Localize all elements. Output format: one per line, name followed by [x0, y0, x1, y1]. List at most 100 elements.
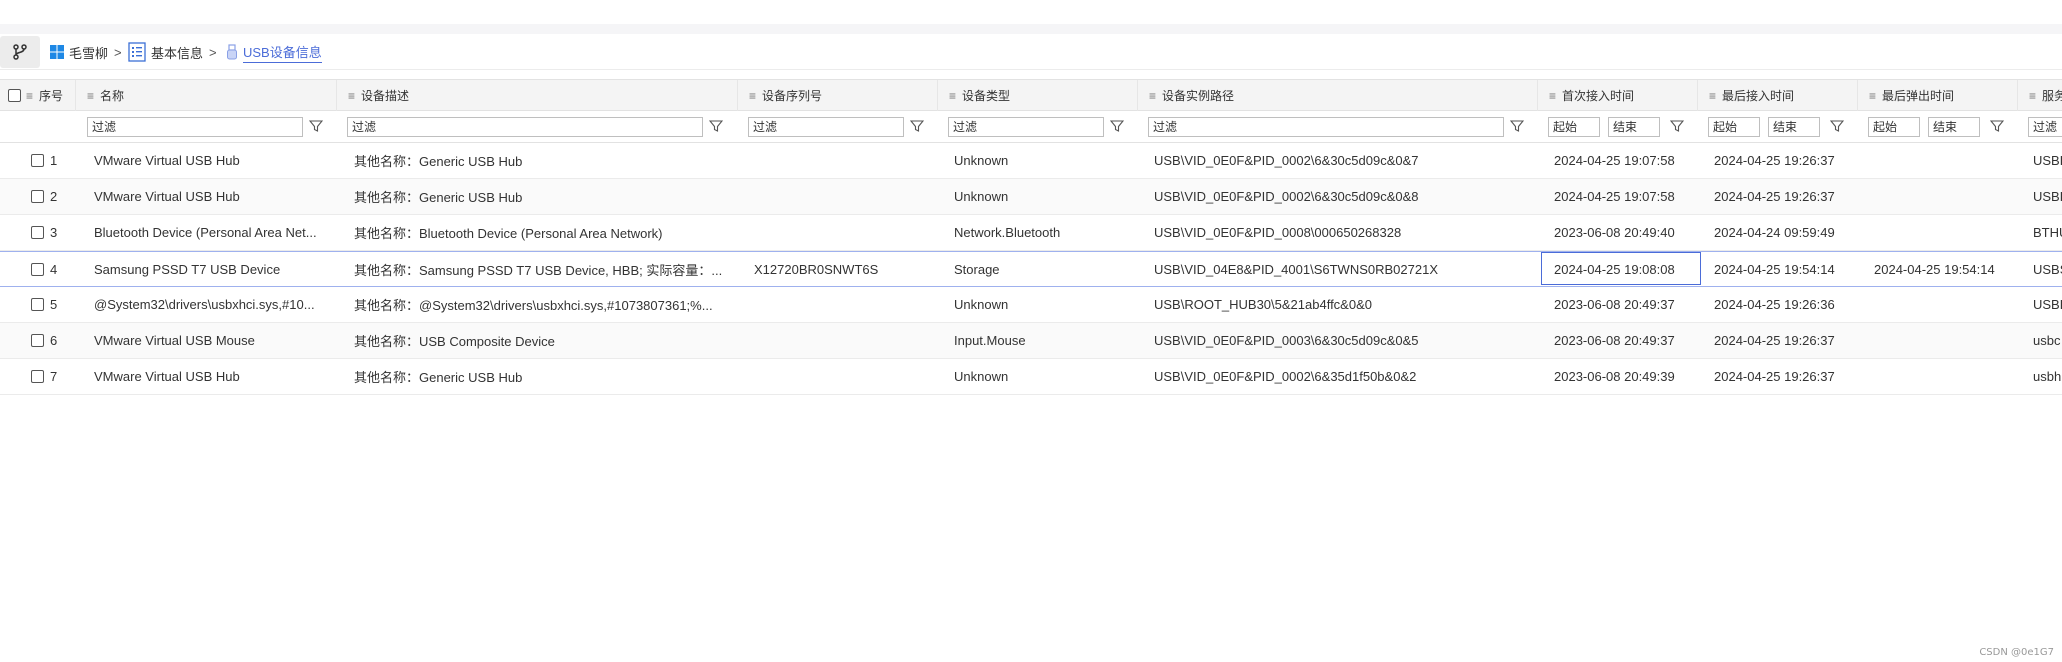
cell-eject[interactable]: [1874, 359, 2018, 394]
filter-input-service[interactable]: 过滤: [2028, 116, 2062, 137]
cell-type[interactable]: Unknown: [954, 359, 1134, 394]
cell-desc[interactable]: 其他名称：Bluetooth Device (Personal Area Net…: [354, 215, 734, 250]
cell-first[interactable]: 2023-06-08 20:49:37: [1554, 287, 1698, 322]
column-header-service[interactable]: ≡ 服务: [2021, 80, 2062, 111]
cell-desc[interactable]: 其他名称：@System32\drivers\usbxhci.sys,#1073…: [354, 287, 734, 322]
cell-name[interactable]: VMware Virtual USB Hub: [94, 359, 332, 394]
cell-seq[interactable]: 2: [50, 179, 90, 214]
filter-input-name[interactable]: 过滤: [87, 116, 303, 137]
filter-icon[interactable]: [309, 119, 323, 133]
table-row[interactable]: 1 VMware Virtual USB Hub 其他名称：Generic USB …: [0, 143, 2062, 179]
cell-type[interactable]: Unknown: [954, 179, 1134, 214]
column-header-seq[interactable]: ≡ 序号: [0, 80, 76, 111]
cell-eject[interactable]: [1874, 323, 2018, 358]
column-header-name[interactable]: ≡ 名称: [79, 80, 337, 111]
table-row[interactable]: 6 VMware Virtual USB Mouse 其他名称：USB Compos…: [0, 323, 2062, 359]
column-header-first-time[interactable]: ≡ 首次接入时间: [1541, 80, 1698, 111]
breadcrumb-item-basic-info[interactable]: 基本信息 >: [128, 34, 217, 70]
column-header-path[interactable]: ≡ 设备实例路径: [1141, 80, 1538, 111]
cell-path[interactable]: USB\VID_0E0F&PID_0008\000650268328: [1154, 215, 1534, 250]
cell-serial[interactable]: X12720BR0SNWT6S: [754, 252, 934, 287]
cell-last[interactable]: 2024-04-25 19:54:14: [1714, 252, 1858, 287]
cell-last[interactable]: 2024-04-25 19:26:37: [1714, 179, 1858, 214]
table-row[interactable]: 4 Samsung PSSD T7 USB Device 其他名称：Samsung …: [0, 251, 2062, 287]
column-header-last-time[interactable]: ≡ 最后接入时间: [1701, 80, 1858, 111]
column-menu-icon[interactable]: ≡: [2029, 89, 2036, 103]
cell-name[interactable]: Samsung PSSD T7 USB Device: [94, 252, 332, 287]
row-checkbox[interactable]: [31, 154, 44, 167]
filter-icon[interactable]: [1110, 119, 1124, 133]
select-all-checkbox[interactable]: [8, 89, 21, 102]
column-header-desc[interactable]: ≡ 设备描述: [340, 80, 738, 111]
cell-path[interactable]: USB\VID_04E8&PID_4001\S6TWNS0RB02721X: [1154, 252, 1534, 287]
cell-name[interactable]: Bluetooth Device (Personal Area Net...: [94, 215, 332, 250]
cell-path[interactable]: USB\VID_0E0F&PID_0003\6&30c5d09c&0&5: [1154, 323, 1534, 358]
cell-desc[interactable]: 其他名称：Samsung PSSD T7 USB Device, HBB; 实际…: [354, 252, 734, 287]
cell-first[interactable]: 2023-06-08 20:49:39: [1554, 359, 1698, 394]
cell-serial[interactable]: [754, 179, 934, 214]
cell-first[interactable]: 2023-06-08 20:49:40: [1554, 215, 1698, 250]
cell-name[interactable]: VMware Virtual USB Hub: [94, 179, 332, 214]
cell-last[interactable]: 2024-04-25 19:26:37: [1714, 323, 1858, 358]
filter-input-desc[interactable]: 过滤: [347, 116, 703, 137]
cell-eject[interactable]: [1874, 287, 2018, 322]
table-row[interactable]: 5 @System32\drivers\usbxhci.sys,#10... 其他名…: [0, 287, 2062, 323]
column-menu-icon[interactable]: ≡: [26, 89, 33, 103]
cell-eject[interactable]: 2024-04-25 19:54:14: [1874, 252, 2018, 287]
filter-eject-end[interactable]: 结束: [1928, 116, 1980, 137]
row-checkbox[interactable]: [31, 298, 44, 311]
column-header-type[interactable]: ≡ 设备类型: [941, 80, 1138, 111]
cell-name[interactable]: @System32\drivers\usbxhci.sys,#10...: [94, 287, 332, 322]
breadcrumb-item-usb-info[interactable]: USB设备信息: [226, 34, 322, 70]
cell-seq[interactable]: 6: [50, 323, 90, 358]
filter-input-serial[interactable]: 过滤: [748, 116, 904, 137]
column-menu-icon[interactable]: ≡: [749, 89, 756, 103]
table-row[interactable]: 3 Bluetooth Device (Personal Area Net... 其…: [0, 215, 2062, 251]
table-row[interactable]: 7 VMware Virtual USB Hub 其他名称：Generic USB …: [0, 359, 2062, 395]
cell-serial[interactable]: [754, 287, 934, 322]
cell-svc[interactable]: USBH: [2033, 143, 2062, 178]
cell-desc[interactable]: 其他名称：Generic USB Hub: [354, 359, 734, 394]
branch-button[interactable]: [0, 36, 40, 68]
column-header-serial[interactable]: ≡ 设备序列号: [741, 80, 938, 111]
cell-path[interactable]: USB\VID_0E0F&PID_0002\6&30c5d09c&0&8: [1154, 179, 1534, 214]
filter-input-type[interactable]: 过滤: [948, 116, 1104, 137]
table-row[interactable]: 2 VMware Virtual USB Hub 其他名称：Generic USB …: [0, 179, 2062, 215]
cell-type[interactable]: Unknown: [954, 287, 1134, 322]
column-menu-icon[interactable]: ≡: [1869, 89, 1876, 103]
cell-seq[interactable]: 7: [50, 359, 90, 394]
cell-svc[interactable]: BTHU: [2033, 215, 2062, 250]
column-header-eject-time[interactable]: ≡ 最后弹出时间: [1861, 80, 2018, 111]
row-checkbox[interactable]: [31, 334, 44, 347]
cell-first[interactable]: 2024-04-25 19:07:58: [1554, 179, 1698, 214]
filter-icon[interactable]: [1830, 119, 1844, 133]
filter-icon[interactable]: [1670, 119, 1684, 133]
column-menu-icon[interactable]: ≡: [1709, 89, 1716, 103]
filter-icon[interactable]: [1990, 119, 2004, 133]
cell-svc[interactable]: USBH: [2033, 179, 2062, 214]
cell-last[interactable]: 2024-04-25 19:26:36: [1714, 287, 1858, 322]
cell-eject[interactable]: [1874, 143, 2018, 178]
cell-first[interactable]: 2024-04-25 19:07:58: [1554, 143, 1698, 178]
row-checkbox[interactable]: [31, 190, 44, 203]
cell-last[interactable]: 2024-04-25 19:26:37: [1714, 143, 1858, 178]
cell-svc[interactable]: usbc: [2033, 323, 2062, 358]
cell-seq[interactable]: 5: [50, 287, 90, 322]
filter-icon[interactable]: [910, 119, 924, 133]
cell-type[interactable]: Storage: [954, 252, 1134, 287]
cell-seq[interactable]: 1: [50, 143, 90, 178]
cell-serial[interactable]: [754, 359, 934, 394]
column-menu-icon[interactable]: ≡: [949, 89, 956, 103]
filter-input-path[interactable]: 过滤: [1148, 116, 1504, 137]
filter-first-start[interactable]: 起始: [1548, 116, 1600, 137]
cell-path[interactable]: USB\VID_0E0F&PID_0002\6&30c5d09c&0&7: [1154, 143, 1534, 178]
cell-seq[interactable]: 3: [50, 215, 90, 250]
cell-eject[interactable]: [1874, 179, 2018, 214]
cell-serial[interactable]: [754, 143, 934, 178]
cell-seq[interactable]: 4: [50, 252, 90, 287]
cell-last[interactable]: 2024-04-24 09:59:49: [1714, 215, 1858, 250]
cell-svc[interactable]: USBS: [2033, 252, 2062, 287]
cell-desc[interactable]: 其他名称：Generic USB Hub: [354, 179, 734, 214]
cell-desc[interactable]: 其他名称：USB Composite Device: [354, 323, 734, 358]
cell-name[interactable]: VMware Virtual USB Mouse: [94, 323, 332, 358]
